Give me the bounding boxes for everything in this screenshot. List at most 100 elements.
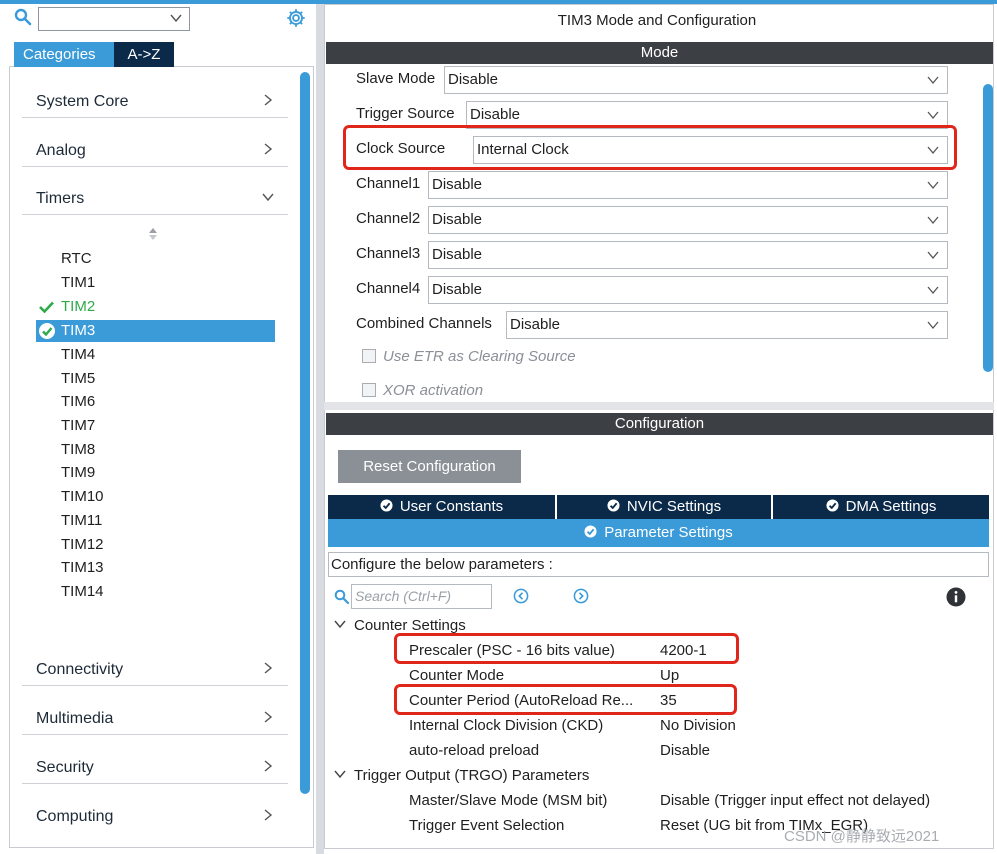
field-label: Combined Channels (356, 315, 492, 332)
parameter-search-input[interactable]: Search (Ctrl+F) (351, 584, 492, 609)
chevron-down-icon (927, 111, 939, 120)
timer-tim7[interactable]: TIM7 (36, 415, 275, 437)
category-multimedia[interactable]: Multimedia (22, 701, 288, 735)
group-label: Counter Settings (354, 617, 466, 634)
timer-tim6[interactable]: TIM6 (36, 391, 275, 413)
configure-instructions: Configure the below parameters : (328, 552, 989, 577)
tab-a-to-z[interactable]: A->Z (114, 42, 174, 67)
channel4-select[interactable]: Disable (428, 276, 948, 304)
chevron-down-icon (334, 620, 346, 629)
next-result-icon[interactable] (573, 588, 589, 604)
category-label: System Core (36, 93, 129, 110)
param-clock-division-value[interactable]: No Division (660, 717, 736, 734)
timer-tim10[interactable]: TIM10 (36, 486, 275, 508)
highlight-counter-period (394, 684, 737, 715)
param-msm-name: Master/Slave Mode (MSM bit) (409, 792, 608, 809)
group-trigger-output[interactable]: Trigger Output (TRGO) Parameters (334, 767, 589, 784)
channel2-select[interactable]: Disable (428, 206, 948, 234)
chevron-down-icon (334, 770, 346, 779)
search-combo[interactable] (38, 7, 190, 31)
gear-icon[interactable] (285, 7, 307, 29)
mode-row-channel1: Channel1 Disable (356, 171, 949, 199)
tab-dma-settings[interactable]: DMA Settings (773, 495, 989, 519)
select-value: Disable (432, 176, 483, 193)
reset-configuration-button[interactable]: Reset Configuration (338, 450, 521, 483)
configuration-header: Configuration (326, 413, 993, 435)
timer-tim11[interactable]: TIM11 (36, 510, 275, 532)
timer-tim13[interactable]: TIM13 (36, 557, 275, 579)
checkmark-icon (39, 301, 54, 313)
select-value: Disable (432, 281, 483, 298)
category-connectivity[interactable]: Connectivity (22, 652, 288, 686)
mode-scrollbar[interactable] (983, 84, 993, 372)
timer-tim1[interactable]: TIM1 (36, 272, 275, 294)
checkbox-label: XOR activation (383, 382, 484, 399)
search-icon[interactable] (14, 8, 32, 26)
panel-splitter[interactable] (316, 4, 324, 854)
field-label: Slave Mode (356, 70, 436, 87)
check-circle-icon (380, 499, 393, 512)
mode-header: Mode (326, 42, 993, 64)
chevron-down-icon (927, 286, 939, 295)
sort-icon[interactable] (148, 228, 158, 240)
tab-user-constants[interactable]: User Constants (328, 495, 555, 519)
tab-label: User Constants (399, 498, 504, 515)
left-scrollbar[interactable] (300, 72, 310, 794)
param-auto-reload-preload-value[interactable]: Disable (660, 742, 710, 759)
chevron-right-icon (264, 94, 273, 106)
timer-tim5[interactable]: TIM5 (36, 368, 275, 390)
category-label: Connectivity (36, 661, 124, 678)
timer-tim2[interactable]: TIM2 (36, 296, 275, 318)
chevron-down-icon (927, 76, 939, 85)
chevron-down-icon (927, 321, 939, 330)
category-system-core[interactable]: System Core (22, 84, 288, 118)
mode-row-channel3: Channel3 Disable (356, 241, 949, 269)
page-title: TIM3 Mode and Configuration (557, 12, 757, 29)
tab-label: NVIC Settings (626, 498, 722, 515)
timer-tim3[interactable]: TIM3 (36, 320, 275, 342)
channel3-select[interactable]: Disable (428, 241, 948, 269)
timer-tim14[interactable]: TIM14 (36, 581, 275, 603)
category-computing[interactable]: Computing (22, 799, 288, 833)
category-security[interactable]: Security (22, 750, 288, 784)
xor-activation-checkbox[interactable]: XOR activation (362, 382, 483, 399)
info-icon[interactable] (946, 587, 966, 607)
tab-categories[interactable]: Categories (14, 42, 114, 67)
tab-parameter-settings[interactable]: Parameter Settings (328, 519, 989, 547)
highlight-prescaler (394, 633, 739, 664)
timer-rtc[interactable]: RTC (36, 248, 275, 270)
timer-tim9[interactable]: TIM9 (36, 462, 275, 484)
chevron-down-icon (927, 181, 939, 190)
timer-tim12[interactable]: TIM12 (36, 534, 275, 556)
field-label: Trigger Source (356, 105, 455, 122)
category-label: Analog (36, 142, 86, 159)
chevron-down-icon (927, 251, 939, 260)
param-counter-mode-value[interactable]: Up (660, 667, 679, 684)
watermark: CSDN @静静致远2021 (784, 828, 940, 845)
tab-label: Parameter Settings (604, 524, 733, 541)
channel1-select[interactable]: Disable (428, 171, 948, 199)
etr-clearing-checkbox[interactable]: Use ETR as Clearing Source (362, 348, 576, 365)
slave-mode-select[interactable]: Disable (444, 66, 948, 94)
chevron-right-icon (264, 809, 273, 821)
timer-label: TIM3 (61, 322, 96, 339)
tab-nvic-settings[interactable]: NVIC Settings (557, 495, 771, 519)
section-divider[interactable] (324, 402, 994, 410)
timer-tim8[interactable]: TIM8 (36, 439, 275, 461)
timer-tim4[interactable]: TIM4 (36, 344, 275, 366)
category-timers[interactable]: Timers (22, 181, 288, 215)
category-analog[interactable]: Analog (22, 133, 288, 167)
param-counter-mode-name: Counter Mode (409, 667, 505, 684)
category-label: Multimedia (36, 710, 114, 727)
category-label: Timers (36, 190, 85, 207)
previous-result-icon[interactable] (513, 588, 529, 604)
group-counter-settings[interactable]: Counter Settings (334, 617, 466, 634)
checkbox-label: Use ETR as Clearing Source (383, 348, 576, 365)
chevron-down-icon (262, 193, 274, 202)
combined-channels-select[interactable]: Disable (506, 311, 948, 339)
field-label: Channel2 (356, 210, 421, 227)
param-msm-value[interactable]: Disable (Trigger input effect not delaye… (660, 792, 930, 809)
mode-row-channel4: Channel4 Disable (356, 276, 949, 304)
select-value: Disable (470, 106, 521, 123)
select-value: Disable (432, 211, 483, 228)
